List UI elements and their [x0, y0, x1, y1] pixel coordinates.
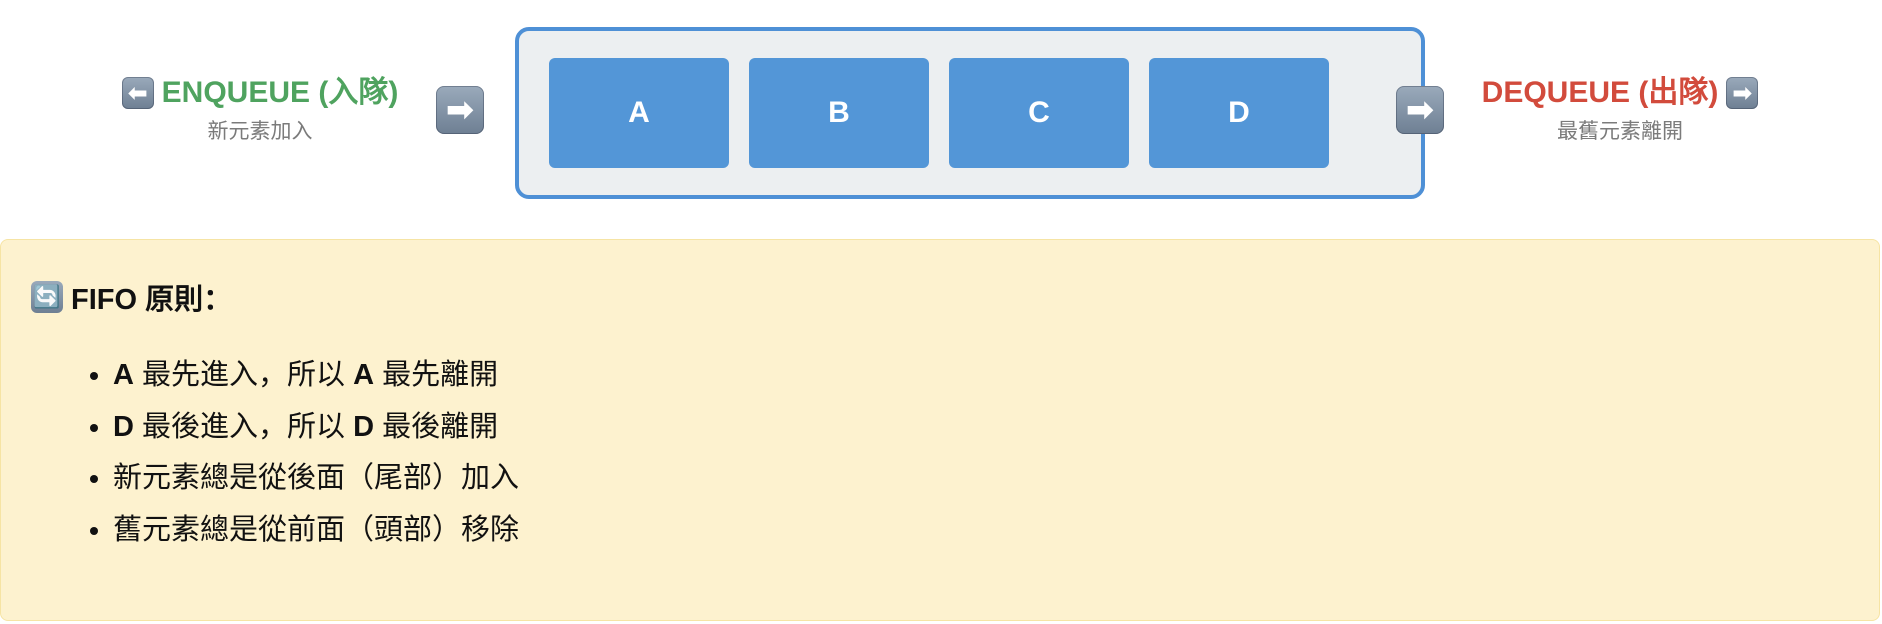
queue-item: D [1149, 58, 1329, 168]
fifo-points: A 最先進入，所以 A 最先離開 D 最後進入，所以 D 最後離開 新元素總是從… [83, 350, 519, 556]
fifo-point-emphasis: D [113, 410, 134, 443]
dequeue-subtitle: 最舊元素離開 [1557, 120, 1683, 143]
queue-item: B [749, 58, 929, 168]
fifo-point-text: 最後進入，所以 [133, 410, 354, 443]
fifo-point: A 最先進入，所以 A 最先離開 [113, 350, 519, 402]
fifo-point: 新元素總是從後面（尾部）加入 [113, 453, 519, 505]
queue-diagram: ⬅ ENQUEUE (入隊) 新元素加入 ➡ A B C D ➡ DEQUEUE… [0, 0, 1882, 624]
fifo-title-row: 🔄 FIFO 原則： [31, 276, 232, 318]
enqueue-subtitle: 新元素加入 [207, 120, 313, 143]
dequeue-label: DEQUEUE (出隊) [1481, 76, 1719, 109]
fifo-point-text: 舊元素總是從前面（頭部）移除 [113, 513, 520, 546]
fifo-point-emphasis: A [113, 359, 134, 391]
queue-container: A B C D [515, 27, 1425, 199]
fifo-point-text: 最先進入，所以 [133, 359, 354, 391]
fifo-point-emphasis: A [353, 359, 375, 391]
fifo-point-emphasis: D [353, 410, 375, 443]
enqueue-label-group: ⬅ ENQUEUE (入隊) 新元素加入 [110, 74, 410, 146]
fifo-point-text: 最後離開 [374, 410, 499, 443]
queue-item: A [549, 58, 729, 168]
fifo-note: 🔄 FIFO 原則： A 最先進入，所以 A 最先離開 D 最後進入，所以 D … [0, 239, 1880, 621]
enqueue-label: ENQUEUE (入隊) [161, 76, 399, 109]
fifo-title: FIFO 原則： [71, 284, 233, 316]
dequeue-title: DEQUEUE (出隊) ➡ [1460, 74, 1780, 112]
cycle-arrows-icon: 🔄 [31, 281, 63, 313]
fifo-point: D 最後進入，所以 D 最後離開 [113, 402, 519, 454]
right-arrow-icon: ➡ [436, 86, 484, 134]
right-arrow-icon: ➡ [1396, 86, 1444, 134]
fifo-point-text: 新元素總是從後面（尾部）加入 [113, 462, 520, 494]
queue-item: C [949, 58, 1129, 168]
left-arrow-icon: ⬅ [121, 77, 154, 109]
dequeue-label-group: DEQUEUE (出隊) ➡ 最舊元素離開 [1460, 74, 1780, 146]
enqueue-title: ⬅ ENQUEUE (入隊) [110, 74, 410, 112]
right-arrow-icon: ➡ [1726, 77, 1759, 109]
fifo-point-text: 最先離開 [374, 359, 499, 391]
fifo-point: 舊元素總是從前面（頭部）移除 [113, 505, 519, 557]
